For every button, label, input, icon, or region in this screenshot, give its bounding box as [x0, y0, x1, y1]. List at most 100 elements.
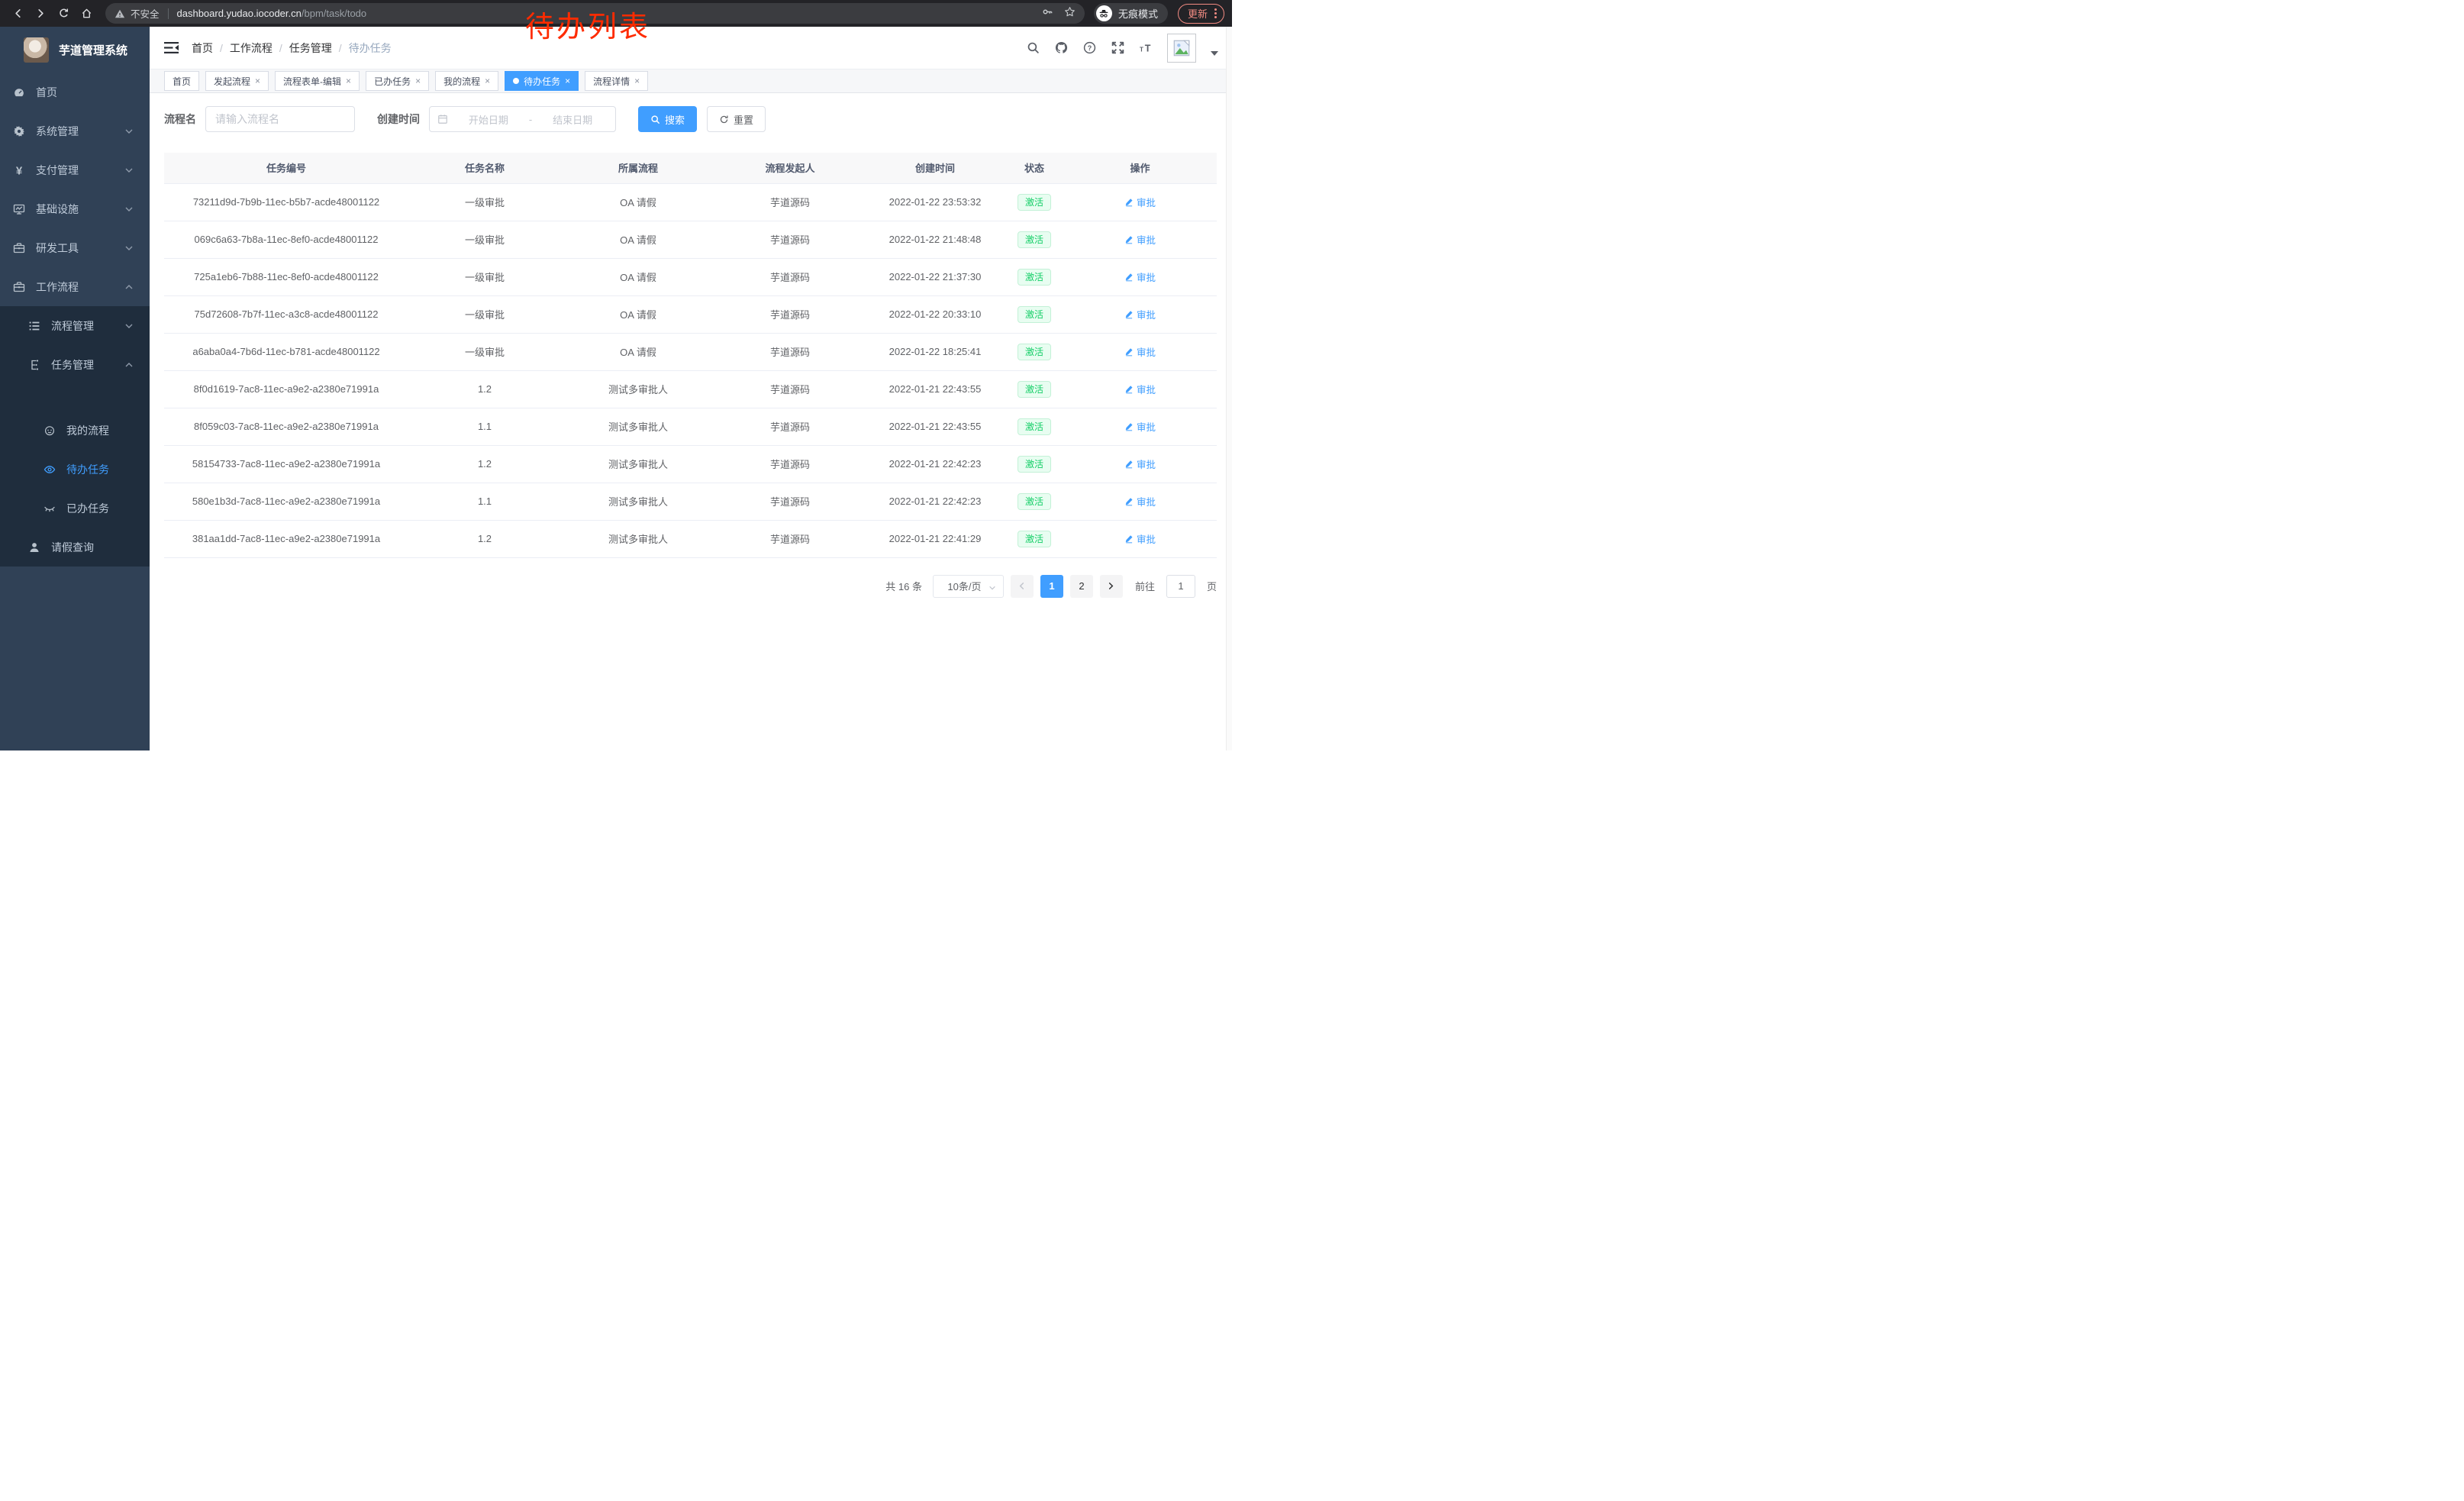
sidebar-item-基础设施[interactable]: 基础设施	[0, 189, 150, 228]
end-date-input[interactable]: 结束日期	[537, 112, 608, 127]
status-cell: 激活	[1005, 483, 1063, 520]
pen-icon	[1124, 534, 1134, 544]
table-header-row: 任务编号任务名称所属流程流程发起人创建时间状态操作	[164, 153, 1217, 183]
update-button[interactable]: 更新	[1178, 4, 1224, 24]
process-cell: OA 请假	[561, 333, 715, 370]
home-icon[interactable]	[76, 4, 96, 24]
status-cell: 激活	[1005, 520, 1063, 557]
close-tab-icon[interactable]: ×	[634, 76, 640, 86]
tab-我的流程[interactable]: 我的流程×	[435, 71, 498, 91]
task-id-cell: 8f059c03-7ac8-11ec-a9e2-a2380e71991a	[164, 408, 408, 445]
approve-link[interactable]: 审批	[1124, 457, 1156, 471]
avatar-caret-icon[interactable]	[1211, 51, 1218, 56]
search-icon[interactable]	[1026, 41, 1040, 55]
filter-form: 流程名 创建时间 开始日期 - 结束日期 搜索	[164, 106, 1217, 132]
tab-发起流程[interactable]: 发起流程×	[205, 71, 269, 91]
approve-link[interactable]: 审批	[1124, 344, 1156, 359]
table-row: 58154733-7ac8-11ec-a9e2-a2380e71991a1.2测…	[164, 445, 1217, 483]
close-tab-icon[interactable]: ×	[485, 76, 490, 86]
close-tab-icon[interactable]: ×	[565, 76, 570, 86]
menu-spacer	[0, 384, 150, 411]
task-id-cell: 75d72608-7b7f-11ec-a3c8-acde48001122	[164, 295, 408, 333]
action-cell: 审批	[1063, 333, 1217, 370]
approve-link[interactable]: 审批	[1124, 494, 1156, 508]
page-button-2[interactable]: 2	[1070, 575, 1093, 598]
sidebar-item-系统管理[interactable]: 系统管理	[0, 111, 150, 150]
breadcrumb-item-首页[interactable]: 首页	[192, 40, 213, 56]
address-bar[interactable]: 不安全 dashboard.yudao.iocoder.cn/bpm/task/…	[105, 3, 1085, 24]
bookmark-star-icon[interactable]	[1064, 6, 1076, 21]
app-logo-row[interactable]: 芋道管理系统	[0, 27, 150, 73]
status-cell: 激活	[1005, 295, 1063, 333]
sidebar-item-任务管理[interactable]: 任务管理	[0, 345, 150, 384]
task-name-cell: 1.2	[408, 370, 561, 408]
sidebar-item-流程管理[interactable]: 流程管理	[0, 306, 150, 345]
status-cell: 激活	[1005, 221, 1063, 258]
sidebar-item-支付管理[interactable]: ¥支付管理	[0, 150, 150, 189]
help-icon[interactable]: ?	[1082, 41, 1096, 55]
breadcrumb-item-工作流程[interactable]: 工作流程	[230, 40, 273, 56]
table-row: a6aba0a4-7b6d-11ec-b781-acde48001122一级审批…	[164, 333, 1217, 370]
approve-link[interactable]: 审批	[1124, 195, 1156, 209]
task-id-cell: 069c6a63-7b8a-11ec-8ef0-acde48001122	[164, 221, 408, 258]
process-name-input[interactable]	[205, 106, 355, 132]
sidebar-item-我的流程[interactable]: 我的流程	[0, 411, 150, 450]
approve-link[interactable]: 审批	[1124, 232, 1156, 247]
prev-page-button[interactable]	[1011, 575, 1034, 598]
tab-待办任务[interactable]: 待办任务×	[505, 71, 579, 91]
fullscreen-icon[interactable]	[1111, 41, 1124, 55]
forward-icon[interactable]	[31, 4, 50, 24]
approve-link[interactable]: 审批	[1124, 531, 1156, 546]
status-cell: 激活	[1005, 258, 1063, 295]
action-cell: 审批	[1063, 483, 1217, 520]
tab-已办任务[interactable]: 已办任务×	[366, 71, 429, 91]
date-range-picker[interactable]: 开始日期 - 结束日期	[429, 106, 616, 132]
tab-流程详情[interactable]: 流程详情×	[585, 71, 648, 91]
approve-label: 审批	[1137, 344, 1156, 359]
approve-label: 审批	[1137, 457, 1156, 471]
key-icon[interactable]	[1042, 6, 1053, 21]
github-icon[interactable]	[1054, 41, 1068, 55]
create-time-label: 创建时间	[377, 111, 420, 127]
page-button-1[interactable]: 1	[1040, 575, 1063, 598]
close-tab-icon[interactable]: ×	[346, 76, 351, 86]
starter-cell: 芋道源码	[715, 258, 865, 295]
browser-menu-icon[interactable]	[1214, 8, 1217, 18]
reset-button[interactable]: 重置	[707, 106, 766, 132]
avatar[interactable]	[1167, 34, 1196, 63]
sidebar-item-已办任务[interactable]: 已办任务	[0, 489, 150, 528]
sidebar-item-请假查询[interactable]: 请假查询	[0, 528, 150, 567]
sidebar-item-首页[interactable]: 首页	[0, 73, 150, 111]
back-icon[interactable]	[8, 4, 27, 24]
process-cell: 测试多审批人	[561, 408, 715, 445]
approve-link[interactable]: 审批	[1124, 382, 1156, 396]
reload-icon[interactable]	[53, 4, 73, 24]
search-button[interactable]: 搜索	[638, 106, 697, 132]
starter-cell: 芋道源码	[715, 333, 865, 370]
sidebar-item-研发工具[interactable]: 研发工具	[0, 228, 150, 267]
chevron-down-icon	[124, 321, 134, 331]
tab-流程表单-编辑[interactable]: 流程表单-编辑×	[275, 71, 360, 91]
close-tab-icon[interactable]: ×	[415, 76, 421, 86]
eye-closed-icon	[44, 502, 57, 515]
page-size-select[interactable]: 10条/页	[933, 575, 1004, 598]
tab-首页[interactable]: 首页	[164, 71, 199, 91]
breadcrumb-item-任务管理[interactable]: 任务管理	[289, 40, 332, 56]
start-date-input[interactable]: 开始日期	[453, 112, 524, 127]
list-icon	[28, 319, 42, 333]
sidebar-toggle-icon[interactable]	[164, 41, 179, 54]
close-tab-icon[interactable]: ×	[255, 76, 260, 86]
not-secure-warning-icon[interactable]	[114, 8, 125, 19]
approve-link[interactable]: 审批	[1124, 419, 1156, 434]
browser-scrollbar[interactable]	[1226, 27, 1232, 750]
next-page-button[interactable]	[1100, 575, 1123, 598]
font-size-icon[interactable]: TT	[1139, 41, 1153, 55]
sidebar-item-工作流程[interactable]: 工作流程	[0, 267, 150, 306]
create-time-cell: 2022-01-21 22:42:23	[865, 483, 1005, 520]
status-badge: 激活	[1018, 456, 1051, 473]
approve-link[interactable]: 审批	[1124, 307, 1156, 321]
sidebar-item-待办任务[interactable]: 待办任务	[0, 450, 150, 489]
create-time-cell: 2022-01-22 21:37:30	[865, 258, 1005, 295]
goto-page-input[interactable]	[1166, 575, 1195, 598]
approve-link[interactable]: 审批	[1124, 270, 1156, 284]
